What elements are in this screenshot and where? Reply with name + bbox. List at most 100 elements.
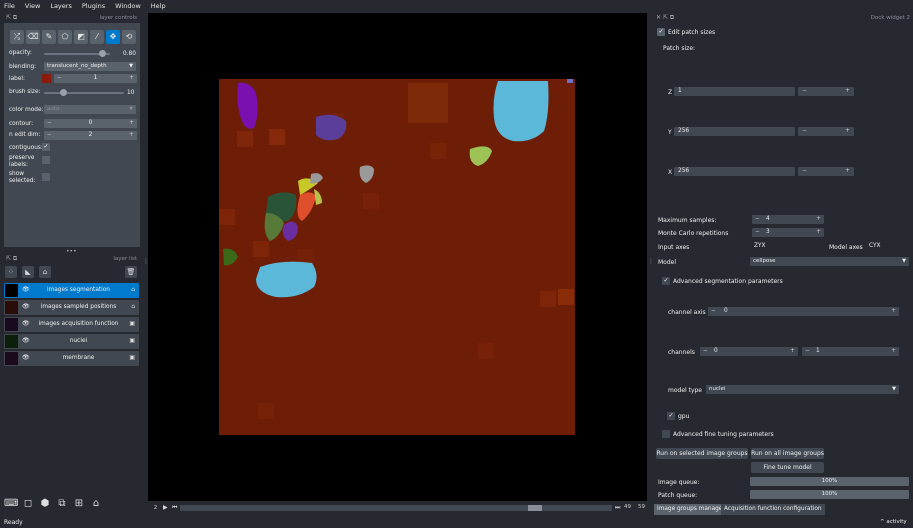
shuffle-icon[interactable]: ⤮ [10, 30, 24, 44]
grid-view-icon[interactable]: ⊞ [72, 497, 86, 511]
brush-size-slider-handle[interactable] [60, 89, 67, 96]
plus-icon[interactable]: + [891, 308, 896, 314]
minus-icon[interactable]: − [703, 348, 708, 354]
color-mode-select[interactable]: auto ▼ [44, 105, 136, 114]
layer-row-images-segmentation[interactable]: 👁 images segmentation ⌂ [4, 283, 139, 298]
fill-bucket-icon[interactable]: ◩ [74, 30, 88, 44]
input-axes-input[interactable]: ZYX [750, 242, 824, 251]
run-selected-button[interactable]: Run on selected image groups [656, 448, 748, 459]
n-edit-dim-spinbox[interactable]: − 2 + [44, 131, 137, 140]
menu-plugins[interactable]: Plugins [82, 2, 105, 10]
minus-icon[interactable]: − [805, 348, 810, 354]
channels-spinbox-2[interactable]: − 1 + [802, 347, 899, 356]
console-icon[interactable]: ⌨ [4, 497, 18, 511]
dock-close-float-icon[interactable]: ✕ ⇱ ⧉ [656, 14, 674, 22]
plus-icon[interactable]: + [845, 128, 850, 134]
dock-float-icon[interactable]: ⇱ ⧉ [6, 14, 17, 22]
play-icon[interactable]: ▶ [163, 504, 168, 511]
adv-ft-checkbox[interactable] [662, 430, 670, 438]
model-axes-input[interactable]: CYX [865, 242, 909, 251]
minus-icon[interactable]: − [711, 308, 716, 314]
eye-icon[interactable]: 👁 [22, 303, 30, 310]
eye-icon[interactable]: 👁 [22, 337, 30, 344]
layer-row-images-acquisition-function[interactable]: 👁 images acquisition function ▣ [4, 317, 139, 332]
home-icon[interactable]: ⌂ [89, 497, 103, 511]
transpose-icon[interactable]: ⧉ [55, 497, 69, 511]
polygon-icon[interactable]: ⬠ [58, 30, 72, 44]
show-selected-checkbox[interactable] [42, 173, 50, 181]
minus-icon[interactable]: − [802, 88, 807, 94]
new-labels-layer-icon[interactable]: ⌂ [39, 266, 51, 278]
plus-icon[interactable]: + [845, 168, 850, 174]
edit-patch-sizes-checkbox[interactable]: ✓ [657, 28, 665, 36]
gpu-checkbox[interactable]: ✓ [667, 412, 675, 420]
pan-zoom-icon[interactable]: ✥ [106, 30, 120, 44]
menu-file[interactable]: File [4, 2, 15, 10]
step-back-icon[interactable]: ⏮ [172, 504, 177, 512]
layer-row-images-sampled-positions[interactable]: 👁 images sampled positions ⌂ [4, 300, 139, 315]
roll-axes-icon[interactable]: ⬢ [38, 497, 52, 511]
mc-spinbox[interactable]: − 3 + [752, 228, 824, 237]
minus-icon[interactable]: − [802, 168, 807, 174]
minus-icon[interactable]: − [755, 229, 760, 235]
z-input[interactable]: 1 [674, 87, 795, 96]
frame-value: 49 [624, 504, 631, 510]
menu-window[interactable]: Window [115, 2, 141, 10]
menu-layers[interactable]: Layers [50, 2, 72, 10]
dims-slider-track[interactable] [180, 505, 612, 511]
channels-spinbox-1[interactable]: − 0 + [700, 347, 798, 356]
menu-help[interactable]: Help [151, 2, 166, 10]
color-picker-icon[interactable]: ⁄ [90, 30, 104, 44]
new-points-layer-icon[interactable]: ⁘ [5, 266, 17, 278]
blending-select[interactable]: translucent_no_depth ▼ [44, 62, 136, 71]
plus-icon[interactable]: + [790, 348, 795, 354]
adv-seg-checkbox[interactable]: ✓ [662, 277, 670, 285]
contiguous-checkbox[interactable]: ✓ [42, 143, 50, 151]
z-spin-buttons[interactable]: − + [798, 87, 854, 96]
eye-icon[interactable]: 👁 [22, 354, 30, 361]
transform-icon[interactable]: ⟲ [122, 30, 136, 44]
plus-icon[interactable]: + [129, 75, 134, 81]
menu-view[interactable]: View [25, 2, 40, 10]
tab-image-groups-manager[interactable]: Image groups manager [654, 504, 728, 515]
ndisplay-icon[interactable]: ◻ [21, 497, 35, 511]
minus-icon[interactable]: − [755, 216, 760, 222]
y-spin-buttons[interactable]: − + [798, 127, 854, 136]
contour-spinbox[interactable]: − 0 + [44, 119, 137, 128]
layer-row-membrane[interactable]: 👁 membrane ▣ [4, 351, 139, 366]
delete-layer-icon[interactable]: 🗑 [125, 266, 137, 278]
model-type-select[interactable]: nuclei ▼ [706, 385, 899, 394]
paint-brush-icon[interactable]: ✎ [42, 30, 56, 44]
plus-icon[interactable]: + [129, 120, 134, 126]
preserve-labels-checkbox[interactable] [42, 156, 50, 164]
eye-icon[interactable]: 👁 [22, 286, 30, 293]
viewer-canvas[interactable] [148, 13, 647, 501]
plus-icon[interactable]: + [816, 216, 821, 222]
eraser-icon[interactable]: ⌫ [26, 30, 40, 44]
x-spin-buttons[interactable]: − + [798, 167, 854, 176]
label-color-swatch[interactable] [42, 74, 51, 83]
plus-icon[interactable]: + [891, 348, 896, 354]
label-spinbox[interactable]: − 1 + [54, 74, 137, 83]
step-forward-icon[interactable]: ⏭ [615, 504, 620, 512]
new-shapes-layer-icon[interactable]: ◣ [22, 266, 34, 278]
x-input[interactable]: 256 [674, 167, 795, 176]
opacity-slider-handle[interactable] [99, 50, 106, 57]
layer-row-nuclei[interactable]: 👁 nuclei ▣ [4, 334, 139, 349]
plus-icon[interactable]: + [129, 132, 134, 138]
y-input[interactable]: 256 [674, 127, 795, 136]
run-all-button[interactable]: Run on all image groups [751, 448, 824, 459]
channel-axis-spinbox[interactable]: − 0 + [708, 307, 899, 316]
dock-float-icon[interactable]: ⇱ ⧉ [6, 255, 17, 263]
brush-size-slider[interactable] [44, 92, 124, 94]
minus-icon[interactable]: − [802, 128, 807, 134]
fine-tune-button[interactable]: Fine tune model [751, 462, 824, 473]
dims-slider-handle[interactable] [528, 505, 542, 511]
plus-icon[interactable]: + [816, 229, 821, 235]
max-samples-spinbox[interactable]: − 4 + [752, 215, 824, 224]
tab-acquisition-function-configuration[interactable]: Acquisition function configuration [721, 504, 825, 515]
activity-toggle[interactable]: ^ activity [880, 519, 907, 525]
plus-icon[interactable]: + [845, 88, 850, 94]
model-select[interactable]: cellpose ▼ [750, 257, 909, 266]
eye-icon[interactable]: 👁 [22, 320, 30, 327]
